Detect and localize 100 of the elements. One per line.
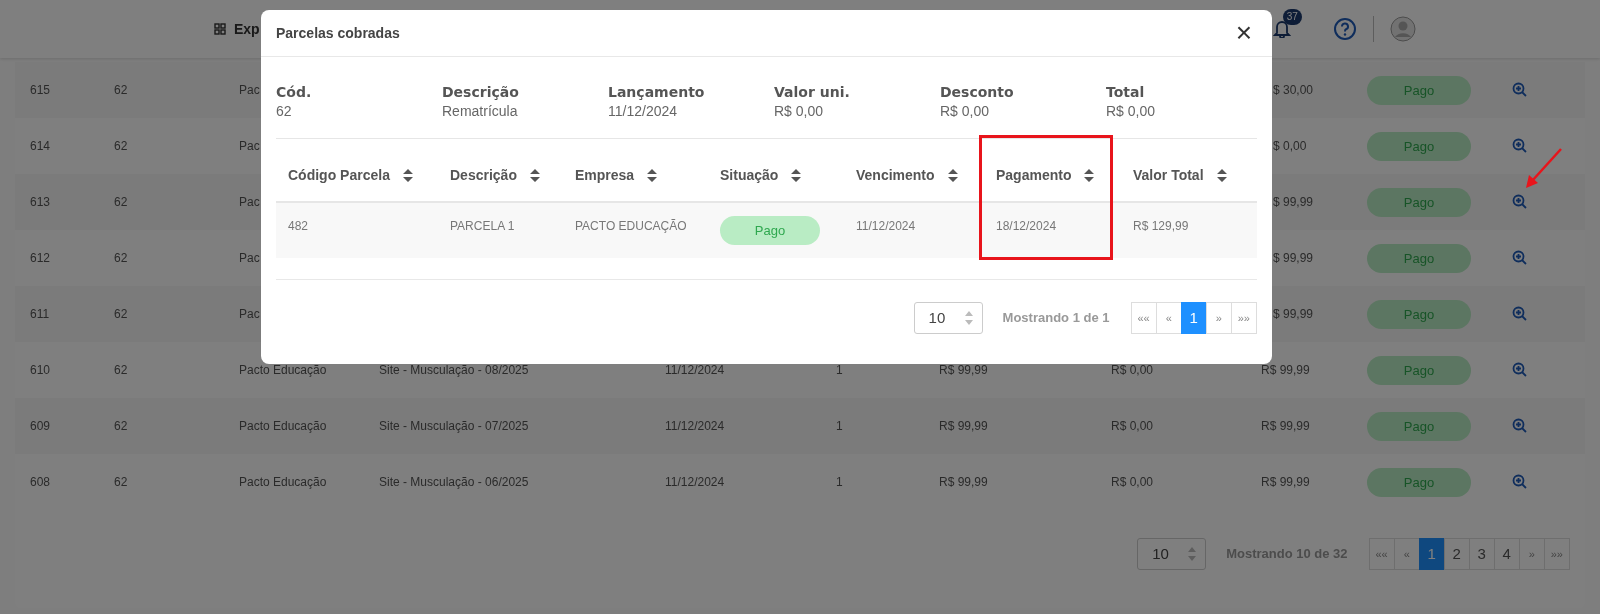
- table-cell: 613: [30, 195, 51, 209]
- zoom-in-icon[interactable]: [1512, 306, 1528, 322]
- table-cell: R$ 129,99: [1133, 219, 1189, 233]
- table-cell: 62: [114, 83, 128, 97]
- table-cell: 11/12/2024: [665, 419, 725, 433]
- table-cell: R$ 0,00: [1111, 363, 1154, 377]
- table-cell: Pac: [239, 83, 260, 97]
- table-cell: R$ 99,99: [1261, 419, 1310, 433]
- table-cell: R$ 99,99: [939, 419, 988, 433]
- status-badge: Pago: [1367, 75, 1471, 105]
- status-badge: Pago: [720, 216, 820, 245]
- table-cell: 609: [30, 419, 51, 433]
- table-cell: Site - Musculação - 08/2025: [379, 363, 529, 377]
- page-button[interactable]: 2: [1443, 538, 1470, 570]
- previous-page-button[interactable]: «: [1155, 302, 1182, 334]
- zoom-in-icon[interactable]: [1512, 250, 1528, 266]
- arrow: [1524, 146, 1564, 190]
- table-cell: 1: [836, 475, 843, 489]
- field-label: Descrição: [442, 83, 520, 101]
- table-cell: Pac: [239, 139, 260, 153]
- table-cell: 1: [836, 419, 843, 433]
- table-cell: 612: [30, 251, 51, 265]
- spinner-icon: [963, 310, 974, 326]
- table-cell: 615: [30, 83, 51, 97]
- zoom-in-icon[interactable]: [1512, 138, 1528, 154]
- zoom-in-icon[interactable]: [1512, 194, 1528, 210]
- field-value: R$ 0,00: [940, 102, 991, 121]
- table-cell: 62: [114, 363, 128, 377]
- table-cell: R$ 0,00: [1111, 419, 1154, 433]
- help-icon[interactable]: [1332, 17, 1357, 41]
- table-cell: R$ 99,99: [939, 475, 988, 489]
- menu-link[interactable]: Exp: [234, 18, 260, 40]
- table-cell: 608: [30, 475, 51, 489]
- notification-badge: 37: [1282, 9, 1302, 25]
- last-page-button[interactable]: »»: [1543, 538, 1570, 570]
- table-cell: Pac: [239, 195, 260, 209]
- table-cell: 62: [114, 195, 128, 209]
- table-cell: 610: [30, 363, 51, 377]
- table-cell: R$ 0,00: [1111, 475, 1154, 489]
- column-label: Empresa: [575, 166, 635, 185]
- spinner-icon: [1187, 546, 1198, 562]
- table-cell: 18/12/2024: [996, 219, 1057, 233]
- page-size-select[interactable]: 10: [913, 302, 983, 334]
- table-cell: R$ 99,99: [1261, 363, 1310, 377]
- zoom-in-icon[interactable]: [1512, 418, 1528, 434]
- page-button[interactable]: 3: [1468, 538, 1495, 570]
- avatar-icon[interactable]: [1389, 16, 1416, 42]
- page-button[interactable]: 1: [1418, 538, 1445, 570]
- column-label: Código Parcela: [288, 166, 390, 185]
- table-cell: Pac: [239, 307, 260, 321]
- sort-icon[interactable]: [528, 168, 541, 183]
- zoom-in-icon[interactable]: [1512, 362, 1528, 378]
- sort-icon[interactable]: [646, 168, 659, 183]
- table-cell: 614: [30, 139, 51, 153]
- first-page-button[interactable]: ««: [1130, 302, 1157, 334]
- status-badge: Pago: [1367, 299, 1471, 329]
- next-page-button[interactable]: »: [1205, 302, 1232, 334]
- field-label: Desconto: [940, 83, 1015, 101]
- field-value: R$ 0,00: [774, 102, 825, 121]
- field-value: Rematrícula: [442, 102, 519, 121]
- column-label: Pagamento: [996, 166, 1072, 185]
- field-label: Valor uni.: [774, 83, 851, 101]
- table-cell: R$ 99,99: [939, 363, 988, 377]
- sort-icon[interactable]: [1215, 168, 1228, 183]
- table-cell: 62: [114, 139, 128, 153]
- page-button[interactable]: 1: [1180, 302, 1207, 334]
- table-cell-text: $ 99,99: [1272, 307, 1314, 321]
- table-cell: Pacto Educação: [239, 419, 327, 433]
- page-button[interactable]: 4: [1493, 538, 1520, 570]
- zoom-in-icon[interactable]: [1512, 474, 1528, 490]
- bell-icon[interactable]: [1272, 18, 1291, 38]
- table-cell: 482: [288, 219, 309, 233]
- table-cell: PACTO EDUCAÇÃO: [575, 219, 687, 233]
- previous-page-button[interactable]: «: [1393, 538, 1420, 570]
- zoom-in-icon[interactable]: [1512, 82, 1528, 98]
- column-label: Situação: [720, 166, 779, 185]
- table-cell: Site - Musculação - 07/2025: [379, 419, 529, 433]
- table-cell: Pac: [239, 251, 260, 265]
- table-cell: 11/12/2024: [665, 363, 725, 377]
- grid-icon[interactable]: [214, 23, 226, 35]
- next-page-button[interactable]: »: [1518, 538, 1545, 570]
- table-cell-text: $ 99,99: [1272, 195, 1314, 209]
- first-page-button[interactable]: ««: [1368, 538, 1395, 570]
- table-cell: R$ 99,99: [1261, 475, 1310, 489]
- sort-icon[interactable]: [401, 168, 414, 183]
- table-cell: 62: [114, 419, 128, 433]
- sort-icon[interactable]: [946, 168, 959, 183]
- last-page-button[interactable]: »»: [1230, 302, 1257, 334]
- status-badge: Pago: [1367, 411, 1471, 441]
- table-cell: Site - Musculação - 06/2025: [379, 475, 529, 489]
- table-cell: 611: [30, 307, 50, 321]
- table-cell: PARCELA 1: [450, 219, 515, 233]
- field-label: Total: [1106, 83, 1146, 101]
- sort-icon[interactable]: [1083, 168, 1096, 183]
- close-button[interactable]: ×: [1235, 21, 1252, 45]
- status-badge: Pago: [1367, 131, 1471, 161]
- table-cell: Pacto Educação: [239, 475, 327, 489]
- page-size-select[interactable]: 10: [1137, 538, 1207, 570]
- sort-icon[interactable]: [790, 168, 803, 183]
- field-value: R$ 0,00: [1106, 102, 1157, 121]
